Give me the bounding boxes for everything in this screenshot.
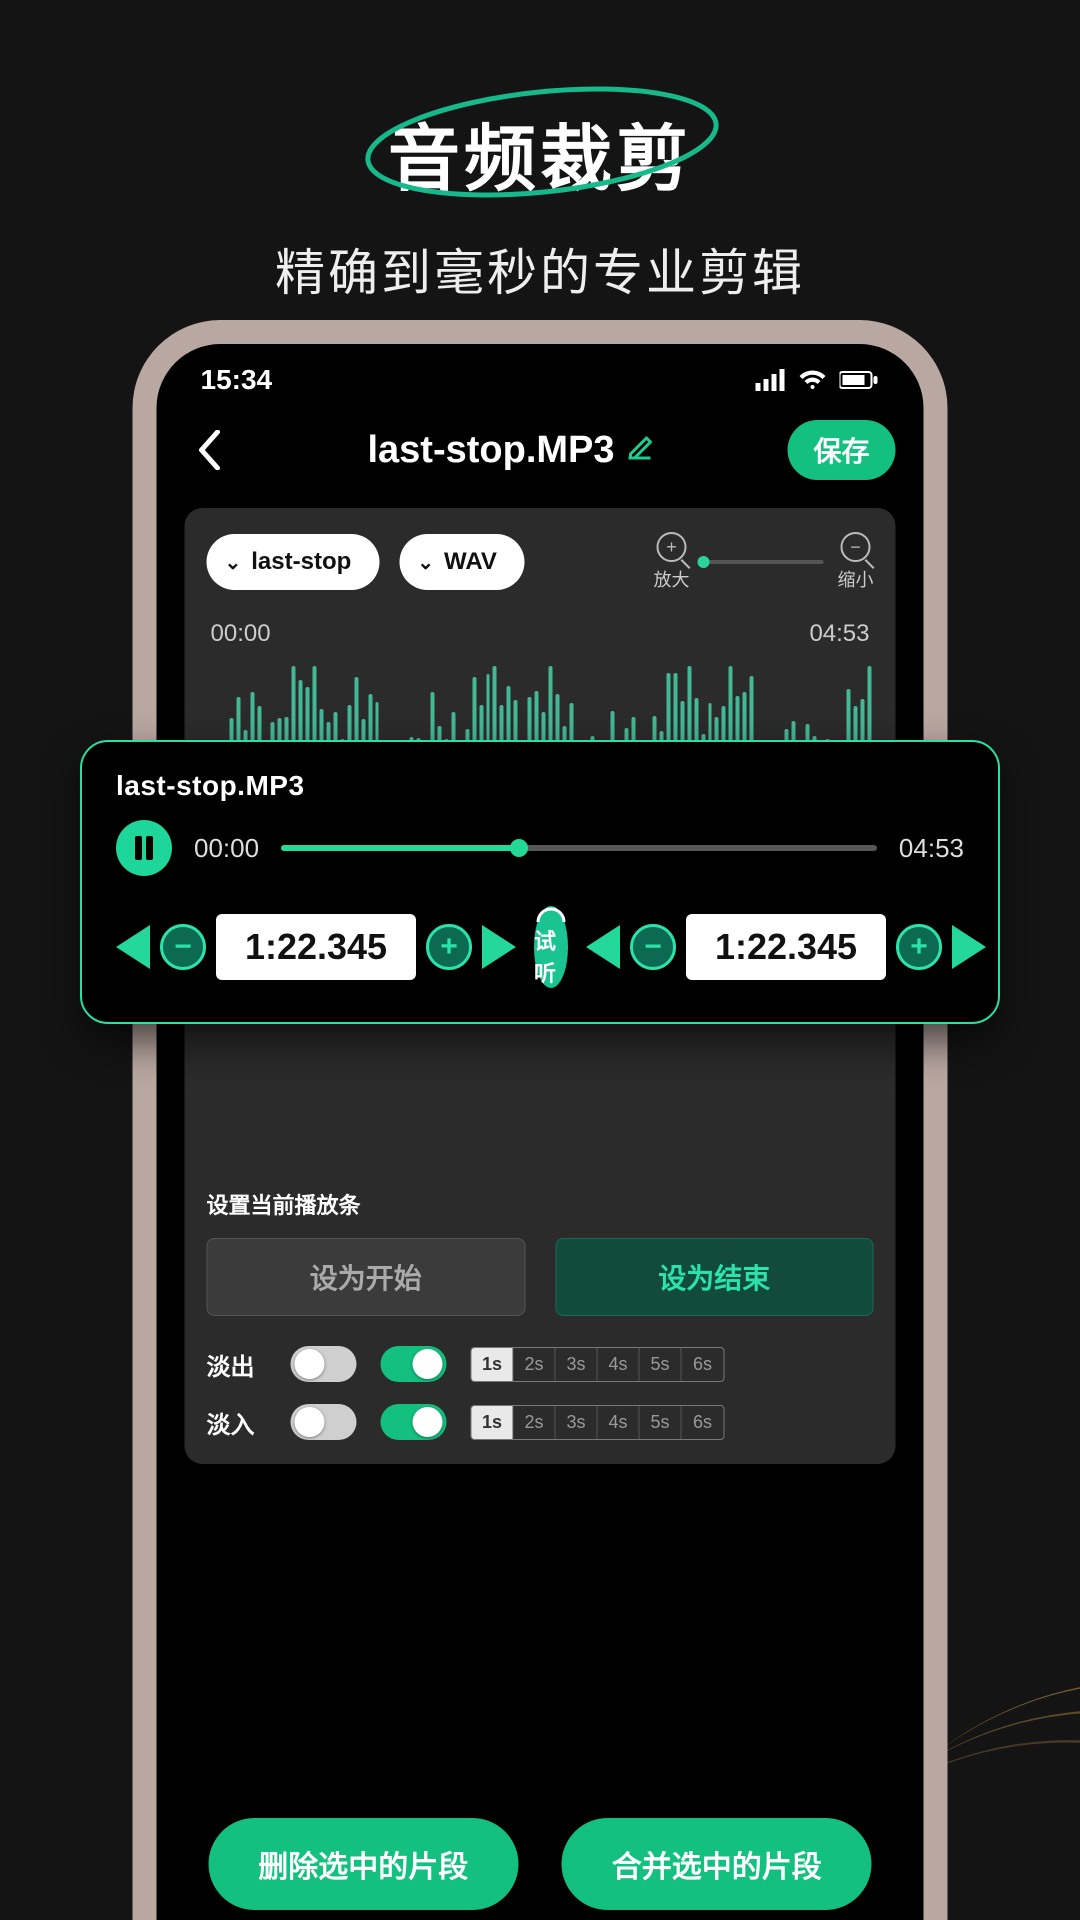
- battery-icon: [840, 370, 880, 390]
- format-value: WAV: [444, 548, 497, 576]
- wifi-icon: [798, 369, 828, 391]
- end-increment-button[interactable]: +: [896, 924, 942, 970]
- delete-segment-button[interactable]: 删除选中的片段: [208, 1818, 518, 1910]
- seconds-option[interactable]: 5s: [640, 1348, 682, 1381]
- file-title: last-stop.MP3: [367, 429, 614, 472]
- set-end-button[interactable]: 设为结束: [555, 1238, 874, 1316]
- zoom-in-button[interactable]: 放大: [654, 532, 690, 592]
- fade-in-label: 淡入: [207, 1405, 267, 1440]
- end-time-value[interactable]: 1:22.345: [686, 914, 886, 980]
- player-panel: last-stop.MP3 00:00 04:53 − 1:22.345 + 试…: [80, 740, 1000, 1024]
- zoom-in-label: 放大: [654, 566, 690, 592]
- start-decrement-button[interactable]: −: [160, 924, 206, 970]
- page-title: 音频裁剪: [388, 100, 692, 205]
- seconds-option[interactable]: 4s: [598, 1348, 640, 1381]
- chevron-left-icon: [198, 430, 222, 470]
- zoom-out-icon: [841, 532, 871, 562]
- end-step-back-button[interactable]: [586, 925, 620, 969]
- start-step-forward-button[interactable]: [482, 925, 516, 969]
- seconds-option[interactable]: 2s: [514, 1348, 556, 1381]
- seconds-option[interactable]: 2s: [514, 1406, 556, 1439]
- start-time-editor: − 1:22.345 +: [116, 914, 516, 980]
- start-step-back-button[interactable]: [116, 925, 150, 969]
- fade-out-switch-1[interactable]: [291, 1346, 357, 1382]
- wave-start-time: 00:00: [211, 620, 271, 648]
- fade-out-seconds[interactable]: 1s2s3s4s5s6s: [471, 1347, 725, 1382]
- zoom-in-icon: [657, 532, 687, 562]
- zoom-out-button[interactable]: 缩小: [838, 532, 874, 592]
- back-button[interactable]: [185, 425, 235, 475]
- fade-in-switch-2[interactable]: [381, 1404, 447, 1440]
- headphones-icon: [534, 906, 568, 922]
- chevron-down-icon: ⌄: [225, 550, 242, 575]
- set-position-label: 设置当前播放条: [207, 1188, 874, 1220]
- zoom-slider[interactable]: [704, 560, 824, 564]
- format-pill[interactable]: ⌄ WAV: [399, 534, 525, 590]
- wave-end-time: 04:53: [809, 620, 869, 648]
- preview-label: 试听: [534, 924, 568, 988]
- status-time: 15:34: [201, 364, 273, 396]
- merge-segment-button[interactable]: 合并选中的片段: [562, 1818, 872, 1910]
- start-increment-button[interactable]: +: [426, 924, 472, 970]
- seconds-option[interactable]: 1s: [472, 1348, 514, 1381]
- edit-icon[interactable]: [625, 429, 655, 472]
- end-step-forward-button[interactable]: [952, 925, 986, 969]
- player-total-time: 04:53: [899, 833, 964, 864]
- seconds-option[interactable]: 1s: [472, 1406, 514, 1439]
- fade-out-label: 淡出: [207, 1347, 267, 1382]
- file-name-value: last-stop: [251, 548, 351, 576]
- seconds-option[interactable]: 3s: [556, 1348, 598, 1381]
- player-title: last-stop.MP3: [116, 770, 964, 802]
- progress-bar[interactable]: [281, 845, 877, 851]
- chevron-down-icon: ⌄: [417, 550, 434, 575]
- pause-icon: [135, 836, 153, 860]
- fade-in-switch-1[interactable]: [291, 1404, 357, 1440]
- seconds-option[interactable]: 6s: [682, 1348, 724, 1381]
- end-decrement-button[interactable]: −: [630, 924, 676, 970]
- signal-icon: [756, 369, 786, 391]
- fade-in-seconds[interactable]: 1s2s3s4s5s6s: [471, 1405, 725, 1440]
- seconds-option[interactable]: 4s: [598, 1406, 640, 1439]
- play-pause-button[interactable]: [116, 820, 172, 876]
- phone-frame: 15:34 last-stop.MP3 保存: [133, 320, 948, 1920]
- save-button[interactable]: 保存: [787, 420, 895, 480]
- status-bar: 15:34: [185, 354, 896, 406]
- set-start-button[interactable]: 设为开始: [207, 1238, 526, 1316]
- seconds-option[interactable]: 5s: [640, 1406, 682, 1439]
- player-current-time: 00:00: [194, 833, 259, 864]
- seconds-option[interactable]: 3s: [556, 1406, 598, 1439]
- fade-out-switch-2[interactable]: [381, 1346, 447, 1382]
- end-time-editor: − 1:22.345 +: [586, 914, 986, 980]
- start-time-value[interactable]: 1:22.345: [216, 914, 416, 980]
- preview-button[interactable]: 试听: [534, 906, 568, 988]
- seconds-option[interactable]: 6s: [682, 1406, 724, 1439]
- zoom-out-label: 缩小: [838, 566, 874, 592]
- page-subtitle: 精确到毫秒的专业剪辑: [0, 233, 1080, 305]
- file-name-pill[interactable]: ⌄ last-stop: [207, 534, 380, 590]
